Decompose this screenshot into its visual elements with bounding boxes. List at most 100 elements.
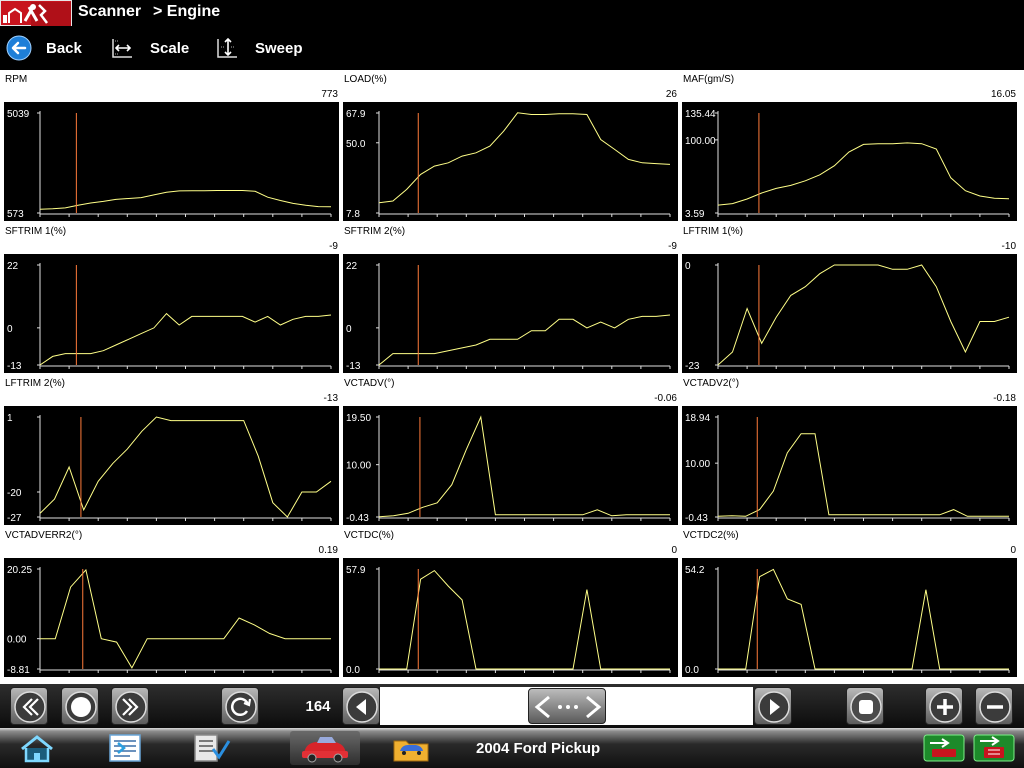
graph-canvas: 22 0 -13	[346, 261, 671, 372]
sweep-label: Sweep	[255, 39, 303, 57]
series-trace	[717, 264, 1010, 366]
y-tick-label: 573	[7, 209, 24, 220]
skip-forward-button[interactable]	[111, 687, 149, 725]
graph-plot[interactable]: 22 0 -13	[4, 254, 339, 373]
refresh-button[interactable]	[221, 687, 259, 725]
y-tick-label: 22	[7, 261, 19, 272]
graph-plot[interactable]: 20.25 0.00 -8.81	[4, 558, 339, 677]
graph-panel-vctdc2[interactable]: VCTDC2(%) 0 54.2 0.0	[680, 526, 1019, 678]
y-tick-label: 0	[346, 324, 352, 335]
graph-axes	[39, 263, 331, 367]
sweep-button[interactable]: Sweep	[215, 28, 303, 68]
graph-plot[interactable]: 67.9 50.0 7.8	[343, 102, 678, 221]
y-tick-label: 0.00	[7, 635, 27, 646]
y-tick-label: -13	[346, 361, 361, 372]
car-scanner-icon	[302, 737, 348, 763]
scale-button[interactable]: Scale	[110, 28, 189, 68]
graph-canvas: 135.44 100.00 3.59	[685, 109, 1010, 220]
y-tick-label: 10.00	[346, 461, 371, 472]
series-trace	[717, 142, 1010, 206]
y-tick-label: 135.44	[685, 109, 716, 120]
vehicle-info-button[interactable]	[376, 731, 446, 765]
graph-name: LFTRIM 2(%)	[5, 378, 65, 389]
graph-axes	[39, 567, 331, 671]
series-trace	[39, 190, 332, 210]
back-arrow-icon	[6, 35, 32, 61]
graph-value: 26	[665, 89, 677, 100]
graph-axes	[378, 415, 670, 519]
y-tick-label: 0.0	[346, 665, 360, 676]
graph-name: VCTDC2(%)	[683, 530, 739, 541]
graph-panel-load[interactable]: LOAD(%) 26 67.9 50.0 7.8	[341, 70, 680, 222]
vehicle-name: 2004 Ford Pickup	[476, 740, 601, 757]
record-square-icon	[850, 691, 882, 723]
graph-plot[interactable]: 57.9 0.0	[343, 558, 678, 677]
graph-value: -9	[668, 241, 677, 252]
stop-button[interactable]	[61, 687, 99, 725]
scanner-task-button[interactable]	[290, 731, 360, 765]
frame-counter: 164	[305, 698, 331, 715]
graph-panel-maf[interactable]: MAF(gm/S) 16.05 135.44 100.00 3.59	[680, 70, 1019, 222]
graph-panel-sftrim2[interactable]: SFTRIM 2(%) -9 22 0 -13	[341, 222, 680, 374]
graph-plot[interactable]: 18.94 10.00 -0.43	[682, 406, 1017, 525]
graph-panel-lftrim1[interactable]: LFTRIM 1(%) -10 0 -23	[680, 222, 1019, 374]
zoom-out-button[interactable]	[975, 687, 1013, 725]
back-button[interactable]: Back	[6, 28, 82, 68]
graph-axes	[717, 567, 1009, 671]
graph-panel-vctadverr2[interactable]: VCTADVERR2(°) 0.19 20.25 0.00 -8.81	[2, 526, 341, 678]
skip-back-button[interactable]	[10, 687, 48, 725]
y-tick-label: 67.9	[346, 109, 366, 120]
home-button[interactable]	[2, 731, 72, 765]
zoom-in-button[interactable]	[925, 687, 963, 725]
y-tick-label: -27	[7, 513, 22, 524]
y-tick-label: -23	[685, 361, 700, 372]
graph-value: -13	[323, 393, 338, 404]
graph-axes	[717, 111, 1009, 215]
graph-canvas: 67.9 50.0 7.8	[346, 109, 671, 220]
graph-plot[interactable]: 135.44 100.00 3.59	[682, 102, 1017, 221]
zoom-in-icon	[929, 691, 961, 723]
graph-plot[interactable]: 54.2 0.0	[682, 558, 1017, 677]
graph-panel-lftrim2[interactable]: LFTRIM 2(%) -13 1 -20 -27	[2, 374, 341, 526]
y-tick-label: -8.81	[7, 665, 30, 676]
graph-canvas: 20.25 0.00 -8.81	[7, 565, 332, 676]
scanner-connection-icon	[972, 731, 1016, 765]
graph-panel-vctadv[interactable]: VCTADV(°) -0.06 19.50 10.00 -0.43	[341, 374, 680, 526]
y-tick-label: 57.9	[346, 565, 366, 576]
y-tick-label: 0	[685, 261, 691, 272]
series-trace	[378, 314, 671, 366]
home-icon	[21, 735, 53, 763]
step-forward-button[interactable]	[754, 687, 792, 725]
graph-axes	[717, 263, 1009, 367]
graph-panel-sftrim1[interactable]: SFTRIM 1(%) -9 22 0 -13	[2, 222, 341, 374]
graph-value: -9	[329, 241, 338, 252]
graph-plot[interactable]: 0 -23	[682, 254, 1017, 373]
stop-circle-icon	[65, 691, 97, 723]
graph-panel-vctadv2[interactable]: VCTADV2(°) -0.18 18.94 10.00 -0.43	[680, 374, 1019, 526]
series-trace	[39, 416, 332, 518]
series-trace	[378, 112, 671, 204]
graph-panel-vctdc[interactable]: VCTDC(%) 0 57.9 0.0	[341, 526, 680, 678]
frame-scroll-thumb[interactable]	[528, 688, 606, 724]
graph-name: VCTADV(°)	[344, 378, 395, 389]
graph-canvas: 18.94 10.00 -0.43	[685, 413, 1010, 524]
step-back-button[interactable]	[342, 687, 380, 725]
triangle-right-icon	[758, 691, 790, 723]
graph-canvas: 57.9 0.0	[346, 565, 671, 676]
graph-plot[interactable]: 19.50 10.00 -0.43	[343, 406, 678, 525]
graph-panel-rpm[interactable]: RPM 773 5039 573	[2, 70, 341, 222]
data-select-icon	[194, 734, 231, 762]
task-bar: 2004 Ford Pickup	[0, 728, 1024, 768]
graph-axes	[39, 415, 331, 519]
y-tick-label: 10.00	[685, 459, 710, 470]
graph-plot[interactable]: 1 -20 -27	[4, 406, 339, 525]
data-list-button[interactable]	[90, 731, 160, 765]
graph-canvas: 0 -23	[685, 261, 1010, 372]
data-select-button[interactable]	[175, 731, 245, 765]
graph-plot[interactable]: 5039 573	[4, 102, 339, 221]
graph-name: LFTRIM 1(%)	[683, 226, 743, 237]
sweep-icon	[217, 37, 237, 58]
graph-plot[interactable]: 22 0 -13	[343, 254, 678, 373]
graph-axes	[39, 111, 331, 215]
record-button[interactable]	[846, 687, 884, 725]
